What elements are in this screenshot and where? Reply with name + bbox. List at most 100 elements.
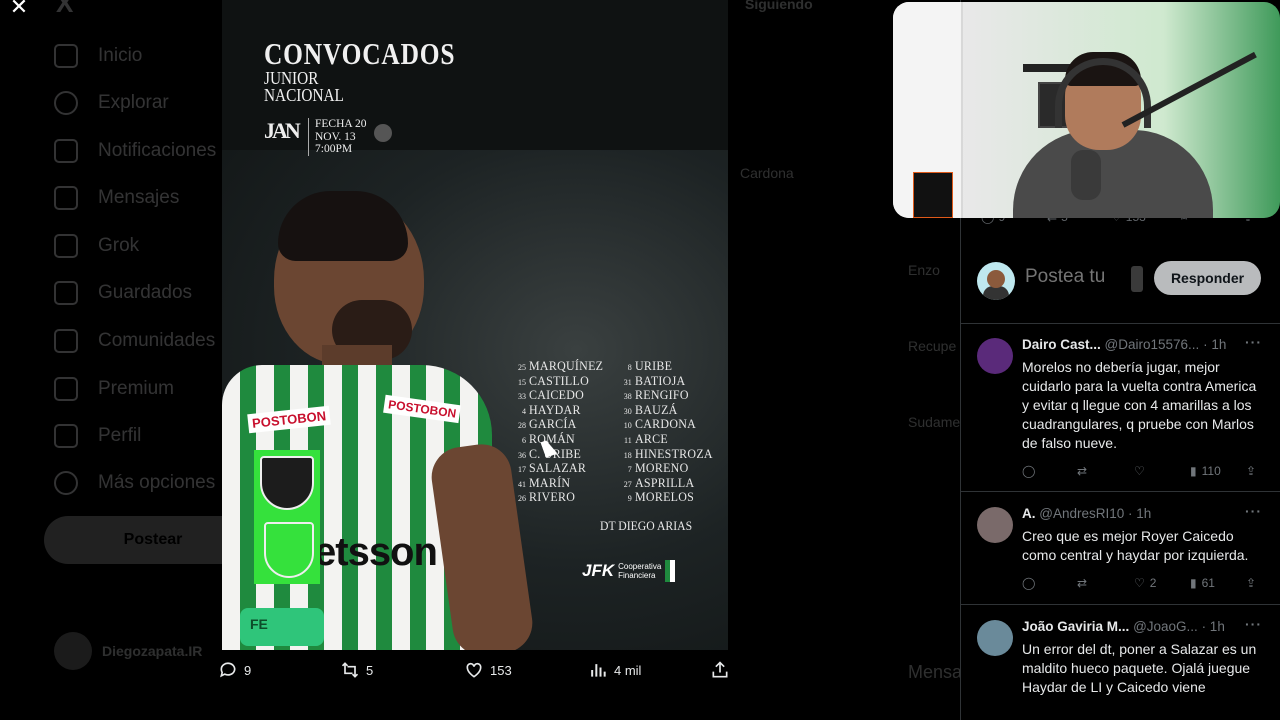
squad-player: 28 GARCÍA — [512, 416, 610, 431]
reply-icon: ◯ — [1022, 576, 1036, 590]
more-icon — [54, 471, 78, 495]
squad-player: 17 SALAZAR — [512, 460, 610, 475]
squad-player: 11 ARCE — [618, 431, 720, 446]
player-name: BATIOJA — [634, 372, 686, 388]
home-icon — [54, 44, 78, 68]
x-icon — [54, 377, 78, 401]
player-number: 11 — [624, 435, 632, 445]
sidebar-item-perfil: Perfil — [54, 421, 141, 451]
squad-player: 38 RENGIFO — [618, 387, 720, 402]
post-action-bar: 9 5 153 4 mil — [218, 660, 738, 688]
squad-player: 33 CAICEDO — [512, 387, 610, 402]
squad-player: 18 HINESTROZA — [618, 446, 720, 461]
views-button[interactable]: 4 mil — [588, 660, 641, 680]
reply-submit-button[interactable]: Responder — [1154, 261, 1261, 295]
heart-icon — [466, 662, 482, 678]
list-item[interactable]: João Gaviria M... @JoaoG... · 1h ··· Un … — [961, 606, 1280, 720]
share-icon: ⇪ — [1246, 576, 1257, 590]
squad-player: 10 CARDONA — [618, 416, 720, 431]
flag-icon — [665, 560, 676, 582]
player-name: CASTILLO — [529, 372, 590, 388]
match-info: JAN FECHA 20 NOV. 13 7:00PM — [264, 118, 393, 156]
sidebar-item-grok: Grok — [54, 231, 139, 261]
heart-icon: ♡ — [1134, 576, 1145, 590]
squad-player: 15 CASTILLO — [512, 373, 610, 388]
views-button[interactable]: ▮ 61 — [1190, 576, 1215, 590]
squad-player: 4 HAYDAR — [512, 402, 610, 417]
like-button[interactable]: ♡ — [1134, 464, 1150, 478]
squad-player: 41 MARÍN — [512, 475, 610, 490]
player-number: 27 — [623, 479, 632, 489]
player-name: URIBE — [634, 358, 672, 373]
views-button[interactable]: ▮ 110 — [1190, 464, 1221, 478]
tweet-actions: ◯ ⇄ ♡ ▮ 110 ⇪ — [1022, 464, 1262, 482]
repost-button[interactable]: ⇄ — [1077, 464, 1087, 478]
share-button[interactable]: ⇪ — [1246, 464, 1256, 478]
share-icon — [712, 661, 728, 678]
sponsor-main: etsson — [314, 530, 438, 574]
player-number: 18 — [623, 450, 632, 460]
more-options-icon[interactable]: ··· — [1245, 616, 1262, 632]
ball-icon — [374, 124, 393, 142]
grok-icon — [54, 234, 78, 258]
repost-button[interactable]: 5 — [340, 660, 373, 680]
player-name: HINESTROZA — [634, 445, 713, 461]
repost-icon: ⇄ — [1077, 576, 1088, 590]
player-number: 17 — [518, 465, 526, 475]
sidebar-item-inicio: Inicio — [54, 41, 142, 71]
list-item[interactable]: A. @AndresRI10 · 1h ··· Creo que es mejo… — [961, 493, 1280, 605]
views-icon: ▮ — [1190, 464, 1197, 478]
squad-player: 26 RIVERO — [512, 489, 610, 504]
player-number: 38 — [623, 392, 632, 402]
poster-title: CONVOCADOS JUNIOR NACIONAL — [264, 36, 456, 105]
like-button[interactable]: ♡ 2 — [1134, 576, 1156, 590]
squad-player: 36 C. URIBE — [512, 446, 610, 461]
more-options-icon[interactable]: ··· — [1245, 334, 1262, 350]
background-profile: Diegozapata.IR — [54, 632, 202, 670]
player-name: MORELOS — [634, 489, 694, 505]
list-item[interactable]: Dairo Cast... @Dairo15576... · 1h ··· Mo… — [961, 324, 1280, 492]
player-name: MARÍN — [529, 474, 571, 490]
scrollbar[interactable] — [1131, 266, 1143, 292]
reply-button[interactable]: 9 — [218, 660, 251, 680]
share-button[interactable]: ⇪ — [1246, 576, 1256, 590]
more-options-icon[interactable]: ··· — [1245, 503, 1262, 519]
background-sidebar: X Inicio Explorar Notificaciones Mensaje… — [40, 0, 230, 720]
reply-composer: Responder — [961, 248, 1280, 324]
person-icon — [54, 424, 78, 448]
webcam-overlay — [893, 2, 1280, 218]
reply-input[interactable] — [1025, 266, 1135, 288]
microphone-icon — [1071, 150, 1101, 200]
like-button[interactable]: 153 — [464, 660, 512, 680]
post-image[interactable]: CONVOCADOS JUNIOR NACIONAL JAN FECHA 20 … — [222, 0, 728, 650]
close-button[interactable]: ✕ — [6, 0, 32, 22]
sidebar-item-guardados: Guardados — [54, 278, 192, 308]
squad-player: 31 BATIOJA — [618, 373, 720, 388]
avatar[interactable] — [977, 507, 1013, 543]
avatar[interactable] — [977, 338, 1013, 374]
player-number: 25 — [518, 363, 526, 372]
player-number: 26 — [518, 494, 526, 504]
player-number: 31 — [623, 377, 632, 387]
avatar — [977, 262, 1015, 300]
avatar — [54, 632, 92, 670]
sidebar-item-explorar: Explorar — [54, 88, 169, 118]
bookmark-icon — [54, 281, 78, 305]
player-name: RENGIFO — [634, 387, 689, 403]
squad-player: 27 ASPRILLA — [618, 475, 720, 490]
junior-badge-icon — [260, 456, 314, 510]
player-number: 9 — [627, 494, 632, 504]
squad-player: 9 MORELOS — [618, 489, 720, 504]
avatar[interactable] — [977, 620, 1013, 656]
repost-button[interactable]: ⇄ — [1077, 576, 1087, 590]
reply-button[interactable]: ◯ — [1022, 576, 1035, 590]
reply-button[interactable]: ◯ — [1022, 464, 1035, 478]
player-name: MARQUÍNEZ — [529, 358, 604, 373]
sidebar-item-premium: Premium — [54, 374, 174, 404]
squad-column-left: 25 MARQUÍNEZ 15 CASTILLO 33 CAICEDO 4 HAYDAR 28 G… — [512, 358, 610, 504]
player-name: ARCE — [634, 430, 668, 446]
repost-icon — [341, 662, 359, 678]
club-monogram-logo: JAN — [264, 118, 301, 143]
share-button[interactable] — [710, 660, 730, 680]
reply-icon — [220, 662, 236, 678]
